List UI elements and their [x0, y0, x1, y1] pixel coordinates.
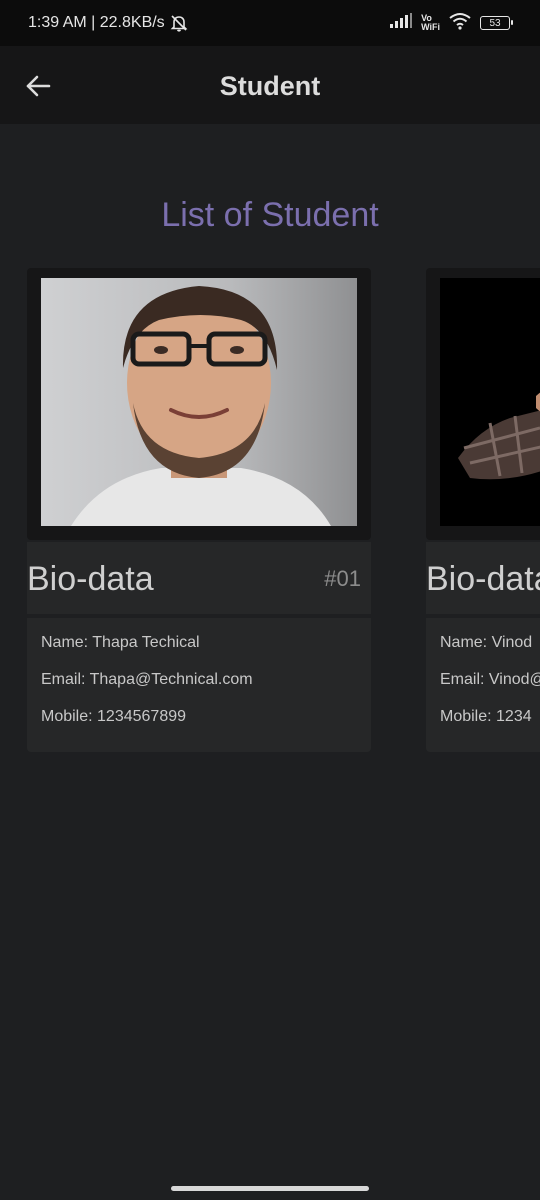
student-card[interactable]: Bio-data #01 Name: Thapa Techical Email:… — [27, 268, 371, 752]
student-email: Email: Thapa@Technical.com — [41, 671, 253, 688]
status-right: Vo WiFi 53 — [389, 0, 513, 46]
battery-level: 53 — [489, 18, 501, 29]
card-image-frame — [27, 268, 371, 540]
student-email: Email: Vinod@ — [440, 671, 540, 688]
app-bar: Student — [0, 46, 540, 124]
back-button[interactable] — [20, 68, 56, 104]
student-photo — [41, 278, 357, 526]
arrow-left-icon — [26, 75, 51, 97]
card-title: Bio-data — [426, 560, 540, 598]
status-bar: 1:39 AM | 22.8KB/s Vo WiFi 53 — [0, 0, 540, 46]
student-mobile: Mobile: 1234567899 — [41, 708, 187, 725]
card-number: #01 — [324, 566, 361, 591]
muted-bell-icon — [169, 13, 189, 33]
student-card[interactable]: Bio-data Name: Vinod Email: Vinod@ Mobil… — [426, 268, 540, 752]
page-title: Student — [219, 71, 321, 101]
status-left: 1:39 AM | 22.8KB/s — [28, 0, 189, 46]
student-photo — [440, 278, 540, 526]
card-details: Name: Thapa Techical Email: Thapa@Techni… — [27, 618, 371, 752]
student-mobile: Mobile: 1234 — [440, 708, 532, 725]
student-name: Name: Thapa Techical — [41, 634, 200, 651]
card-title: Bio-data — [27, 560, 154, 598]
screen: 1:39 AM | 22.8KB/s Vo WiFi 53 Student Li… — [0, 0, 540, 1200]
card-details: Name: Vinod Email: Vinod@ Mobile: 1234 — [426, 618, 540, 752]
battery-icon: 53 — [480, 16, 513, 30]
status-time-speed: 1:39 AM | 22.8KB/s — [28, 14, 165, 31]
wifi-icon — [448, 12, 472, 35]
home-indicator[interactable] — [171, 1186, 369, 1191]
card-header: Bio-data — [426, 542, 540, 614]
student-name: Name: Vinod — [440, 634, 533, 651]
vowifi-label: Vo WiFi — [421, 14, 440, 32]
list-heading: List of Student — [161, 196, 379, 234]
signal-icon — [389, 12, 413, 34]
card-header: Bio-data #01 — [27, 542, 371, 614]
card-image-frame — [426, 268, 540, 540]
vowifi-bottom: WiFi — [421, 22, 440, 32]
